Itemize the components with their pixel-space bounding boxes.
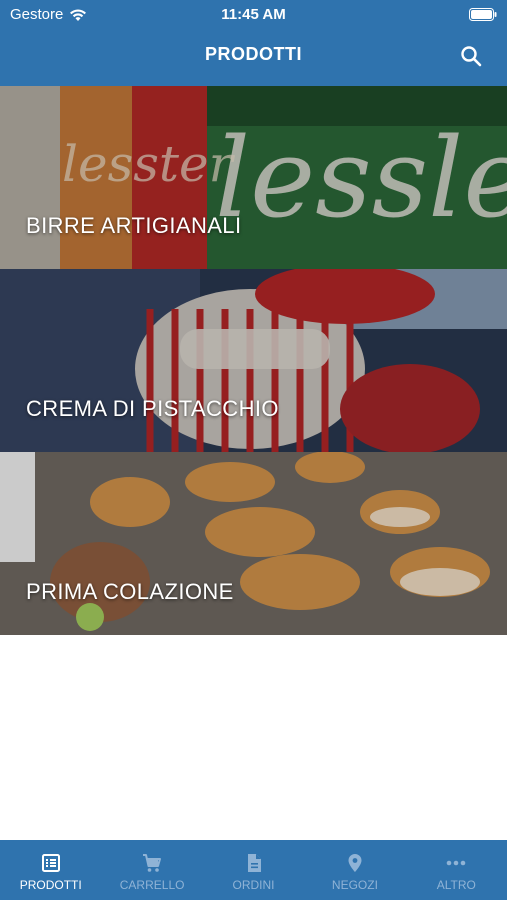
category-image xyxy=(0,269,507,452)
tab-label: CARRELLO xyxy=(119,878,185,892)
more-icon xyxy=(447,860,466,866)
tab-altro[interactable]: ALTRO xyxy=(406,840,507,900)
page-title: PRODOTTI xyxy=(205,44,302,64)
category-image xyxy=(0,452,507,635)
search-icon[interactable] xyxy=(459,44,483,68)
category-image: lessler lesster xyxy=(0,86,507,269)
category-label: BIRRE ARTIGIANALI xyxy=(26,213,242,238)
category-label: CREMA DI PISTACCHIO xyxy=(26,396,279,421)
cart-icon xyxy=(143,854,162,872)
battery-icon xyxy=(469,8,497,21)
tab-label: PRODOTTI xyxy=(19,878,82,892)
tab-ordini[interactable]: ORDINI xyxy=(203,840,304,900)
tab-prodotti[interactable]: PRODOTTI xyxy=(0,840,101,900)
tab-negozi[interactable]: NEGOZI xyxy=(304,840,405,900)
category-label: PRIMA COLAZIONE xyxy=(26,579,234,604)
tab-label: ALTRO xyxy=(436,878,476,892)
tab-carrello[interactable]: CARRELLO xyxy=(101,840,202,900)
document-icon xyxy=(247,854,261,872)
app-header: Gestore 11:45 AM PRODOTTI xyxy=(0,0,507,86)
tab-label: NEGOZI xyxy=(331,878,378,892)
category-crema-di-pistacchio[interactable]: CREMA DI PISTACCHIO xyxy=(0,269,507,452)
tab-label: ORDINI xyxy=(232,878,275,892)
category-birre-artigianali[interactable]: lessler lesster BIRRE ARTIGIANALI xyxy=(0,86,507,269)
tab-bar: PRODOTTI CARRELLO ORDINI NEGOZI ALTRO xyxy=(0,840,507,900)
category-prima-colazione[interactable]: PRIMA COLAZIONE xyxy=(0,452,507,635)
status-time: 11:45 AM xyxy=(221,6,286,23)
location-icon xyxy=(348,854,362,872)
list-icon xyxy=(41,854,60,872)
status-bar: Gestore 11:45 AM xyxy=(0,0,507,28)
